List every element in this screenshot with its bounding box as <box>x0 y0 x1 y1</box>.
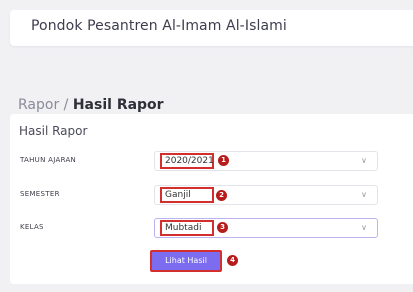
label-tahun-ajaran: TAHUN AJARAN <box>20 156 77 164</box>
breadcrumb-current: Hasil Rapor <box>72 97 164 113</box>
select-tahun-ajaran[interactable]: 2020/2021 ∨ <box>154 151 378 171</box>
chevron-down-icon: ∨ <box>361 156 367 165</box>
chevron-down-icon: ∨ <box>361 223 367 232</box>
select-semester-value: Ganjil <box>160 187 214 203</box>
card-title: Hasil Rapor <box>19 124 88 138</box>
step-marker-4: 4 <box>227 255 238 266</box>
breadcrumb-parent[interactable]: Rapor <box>18 97 59 113</box>
select-tahun-ajaran-value: 2020/2021 <box>160 153 214 169</box>
step-marker-3: 3 <box>217 222 228 233</box>
top-header: Pondok Pesantren Al-Imam Al-Islami <box>10 10 413 46</box>
select-semester[interactable]: Ganjil ∨ <box>154 185 378 205</box>
report-card: Hasil Rapor TAHUN AJARAN 2020/2021 ∨ 1 S… <box>10 114 413 284</box>
select-kelas[interactable]: Mubtadi ∨ <box>154 218 378 238</box>
step-marker-1: 1 <box>218 155 229 166</box>
label-semester: SEMESTER <box>20 190 60 198</box>
breadcrumb-separator: / <box>59 97 73 113</box>
select-kelas-value: Mubtadi <box>160 220 214 236</box>
lihat-hasil-button[interactable]: Lihat Hasil <box>150 250 222 272</box>
breadcrumb: Rapor / Hasil Rapor <box>18 97 164 113</box>
step-marker-2: 2 <box>216 190 227 201</box>
chevron-down-icon: ∨ <box>361 190 367 199</box>
app-title: Pondok Pesantren Al-Imam Al-Islami <box>31 18 287 34</box>
label-kelas: KELAS <box>20 223 44 231</box>
